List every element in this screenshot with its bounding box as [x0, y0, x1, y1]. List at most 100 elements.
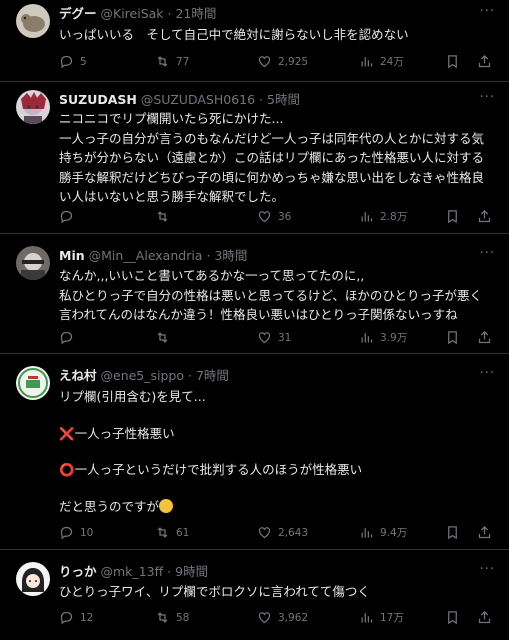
- display-name[interactable]: デグー: [59, 6, 97, 21]
- display-name[interactable]: えね村: [59, 368, 97, 383]
- more-icon[interactable]: ···: [480, 4, 495, 19]
- like-count: 31: [278, 331, 292, 344]
- bookmark-button[interactable]: [445, 610, 460, 625]
- avatar[interactable]: [16, 246, 50, 280]
- tweet-line: 私ひとりっ子で自分の性格は悪いと思ってるけど、ほかのひとりっ子が悪く: [59, 287, 483, 303]
- display-name[interactable]: SUZUDASH: [59, 92, 137, 107]
- reply-icon: [60, 611, 73, 625]
- timestamp[interactable]: 5時間: [267, 92, 300, 107]
- retweet-button[interactable]: [155, 209, 176, 224]
- avatar[interactable]: [16, 562, 50, 596]
- timeline-feed: デグー @KireiSak · 21時間 ··· いっぱいいる そして自己中で絶…: [0, 0, 509, 640]
- views-button[interactable]: 24万: [359, 54, 404, 69]
- timestamp[interactable]: 9時間: [175, 564, 208, 579]
- user-handle[interactable]: @Min__Alexandria: [89, 248, 203, 263]
- separator-dot: ·: [167, 6, 172, 21]
- views-count: 3.9万: [380, 332, 408, 344]
- retweet-button[interactable]: 77: [155, 54, 189, 69]
- tweet-line: 持ちが分からない（遠慮とか）この話はリプ欄にあった性格悪い人に対する: [59, 150, 485, 165]
- reply-count: 10: [80, 526, 94, 539]
- tweet-actions: 36 2.8万: [59, 209, 499, 225]
- separator-dot: ·: [206, 248, 211, 263]
- retweet-count: 77: [176, 55, 190, 68]
- share-button[interactable]: [477, 54, 492, 69]
- like-count: 2,925: [278, 55, 309, 68]
- tweet[interactable]: りっか @mk_13ff · 9時間 ··· ひとりっ子ワイ、リプ欄でボロクソに…: [0, 550, 509, 640]
- user-handle[interactable]: @KireiSak: [101, 6, 164, 21]
- tweet-text: ニコニコでリプ欄開いたら死にかけた... 一人っ子の自分が言うのもなんだけど一人…: [59, 109, 495, 207]
- views-icon: [361, 333, 373, 343]
- timestamp[interactable]: 3時間: [214, 248, 247, 263]
- bookmark-button[interactable]: [445, 54, 460, 69]
- tweet-header: デグー @KireiSak · 21時間: [59, 6, 469, 22]
- display-name[interactable]: Min: [59, 248, 85, 263]
- more-icon[interactable]: ···: [480, 562, 495, 577]
- tweet[interactable]: デグー @KireiSak · 21時間 ··· いっぱいいる そして自己中で絶…: [0, 0, 509, 82]
- tweet-line: ❌一人っ子性格悪い: [59, 424, 495, 444]
- views-button[interactable]: 9.4万: [359, 525, 407, 540]
- avatar[interactable]: [16, 366, 50, 400]
- timestamp[interactable]: 21時間: [175, 6, 216, 21]
- more-icon[interactable]: ···: [480, 366, 495, 381]
- tweet[interactable]: Min @Min__Alexandria · 3時間 ··· なんか,,,いいこ…: [0, 234, 509, 354]
- like-icon: [258, 332, 271, 344]
- views-count: 24万: [380, 56, 404, 68]
- display-name[interactable]: りっか: [59, 564, 97, 579]
- tweet-line: ひとりっ子ワイ、リプ欄でボロクソに言われてて傷つく: [59, 584, 370, 599]
- share-icon: [478, 610, 491, 624]
- reply-icon: [60, 55, 73, 69]
- like-button[interactable]: 2,925: [257, 54, 308, 69]
- user-handle[interactable]: @ene5_sippo: [101, 368, 185, 383]
- reply-icon: [60, 331, 73, 345]
- share-icon: [478, 209, 491, 223]
- more-icon[interactable]: ···: [480, 246, 495, 261]
- views-button[interactable]: 2.8万: [359, 209, 407, 224]
- views-button[interactable]: 3.9万: [359, 330, 407, 345]
- reply-button[interactable]: [59, 209, 80, 224]
- retweet-button[interactable]: 58: [155, 610, 189, 625]
- like-button[interactable]: 2,643: [257, 525, 308, 540]
- share-button[interactable]: [477, 525, 492, 540]
- reply-button[interactable]: [59, 330, 80, 345]
- reply-button[interactable]: 12: [59, 610, 93, 625]
- like-button[interactable]: 36: [257, 209, 291, 224]
- tweet[interactable]: SUZUDASH @SUZUDASH0616 · 5時間 ··· ニコニコでリプ…: [0, 82, 509, 234]
- like-button[interactable]: 3,962: [257, 610, 308, 625]
- share-icon: [478, 525, 491, 539]
- retweet-icon: [157, 612, 168, 623]
- share-button[interactable]: [477, 209, 492, 224]
- tweet-actions: 31 3.9万: [59, 330, 499, 346]
- tweet-header: SUZUDASH @SUZUDASH0616 · 5時間: [59, 92, 469, 108]
- tweet-line: 一人っ子の自分が言うのもなんだけど一人っ子は同年代の人とかに対する気: [59, 130, 485, 146]
- relieved-face-icon: [159, 498, 174, 513]
- like-count: 3,962: [278, 611, 309, 624]
- retweet-count: 58: [176, 611, 190, 624]
- bookmark-button[interactable]: [445, 209, 460, 224]
- separator-dot: ·: [259, 92, 264, 107]
- tweet-line-text: 一人っ子というだけで批判する人のほうが性格悪い: [74, 462, 363, 477]
- retweet-button[interactable]: [155, 330, 176, 345]
- bookmark-button[interactable]: [445, 330, 460, 345]
- views-icon: [361, 212, 373, 222]
- views-button[interactable]: 17万: [359, 610, 404, 625]
- like-count: 2,643: [278, 526, 309, 539]
- like-button[interactable]: 31: [257, 330, 291, 345]
- reply-button[interactable]: 5: [59, 54, 87, 69]
- avatar[interactable]: [16, 4, 50, 38]
- share-button[interactable]: [477, 330, 492, 345]
- reply-button[interactable]: 10: [59, 525, 93, 540]
- user-handle[interactable]: @mk_13ff: [101, 564, 164, 579]
- bookmark-button[interactable]: [445, 525, 460, 540]
- timestamp[interactable]: 7時間: [196, 368, 229, 383]
- tweet-actions: 5 77 2,925 24万: [59, 54, 499, 70]
- avatar[interactable]: [16, 90, 50, 124]
- tweet-line-text: 一人っ子性格悪い: [74, 425, 175, 441]
- share-button[interactable]: [477, 610, 492, 625]
- tweet-text: なんか,,,いいこと書いてあるかな一って思ってたのに,, 私ひとりっ子で自分の性…: [59, 266, 495, 325]
- like-icon: [258, 527, 271, 539]
- more-icon[interactable]: ···: [480, 90, 495, 105]
- user-handle[interactable]: @SUZUDASH0616: [141, 92, 255, 107]
- bookmark-icon: [448, 210, 457, 224]
- retweet-button[interactable]: 61: [155, 525, 189, 540]
- tweet[interactable]: えね村 @ene5_sippo · 7時間 ··· リプ欄(引用含む)を見て..…: [0, 354, 509, 550]
